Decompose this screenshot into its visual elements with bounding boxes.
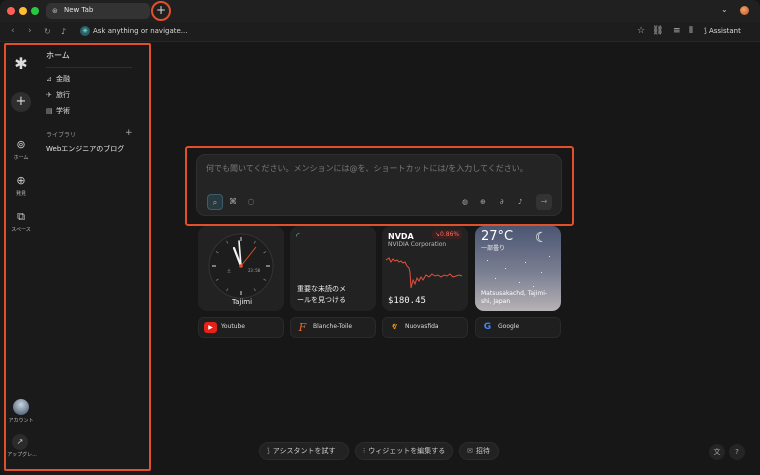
shortcut-google[interactable]: G Google	[475, 317, 561, 338]
shortcut-youtube[interactable]: ▶ Youtube	[198, 317, 284, 338]
bookmark-star-icon[interactable]: ☆	[637, 26, 645, 36]
weather-widget[interactable]: 27°C 一部曇り ☾ Matsusakachd, Tajimi- shi, J…	[475, 226, 561, 311]
weather-location-line2: shi, Japan	[481, 298, 511, 305]
stock-change-badge: ↘0.86%	[432, 230, 463, 239]
edit-widgets-button[interactable]: ⁝ ウィジェットを編集する	[355, 442, 453, 460]
menu-lines-icon[interactable]: ≡	[673, 26, 681, 36]
try-assistant-button[interactable]: ⟆ アシスタントを試す	[259, 442, 349, 460]
bottom-action-bar: ⟆ アシスタントを試す ⁝ ウィジェットを編集する ✉ 招待	[259, 442, 502, 460]
weather-temperature: 27°C	[481, 229, 514, 244]
youtube-icon: ▶	[204, 322, 217, 333]
grid-dots-icon: ⁝	[363, 447, 366, 455]
shortcut-label: Nuovasfida	[405, 323, 439, 330]
stock-sparkline	[385, 257, 463, 289]
link-icon[interactable]: ⛓	[652, 26, 663, 36]
shortcut-label: Youtube	[221, 323, 245, 330]
shortcut-blanche-toile[interactable]: F Blanche-Toile	[290, 317, 376, 338]
close-window-button[interactable]	[7, 7, 15, 15]
mail-widget[interactable]: ◜ 重要な未読のメ ールを見つける	[290, 226, 376, 311]
tab-bar: ⊛ New Tab + ⌄	[0, 0, 760, 22]
help-button[interactable]: ?	[729, 444, 745, 460]
google-icon: G	[483, 322, 492, 332]
shortcut-label: Google	[498, 323, 520, 330]
stock-price: $180.45	[388, 296, 426, 306]
partly-cloudy-night-icon: ☾	[535, 230, 548, 246]
perplexity-logo-icon: ✳	[80, 26, 90, 36]
weather-condition: 一部曇り	[481, 245, 506, 252]
search-highlight	[185, 146, 574, 226]
edit-widgets-label: ウィジェットを編集する	[368, 447, 446, 455]
back-icon[interactable]: ‹	[11, 26, 15, 36]
stock-ticker: NVDA	[388, 232, 414, 241]
flame-icon: ⱴ	[391, 322, 398, 332]
stock-company: NVIDIA Corporation	[388, 241, 447, 248]
shortcut-nuovasfida[interactable]: ⱴ Nuovasfida	[382, 317, 468, 338]
analog-clock: 土 23:50	[208, 233, 274, 299]
assistant-icon: ⟆	[267, 447, 270, 455]
browser-window: ⊛ New Tab + ⌄ ‹ › ↻ ♪ ✳ Ask anything or …	[0, 0, 760, 475]
tab-new-tab[interactable]: ⊛ New Tab	[46, 3, 150, 19]
minimize-window-button[interactable]	[19, 7, 27, 15]
mail-text-line2: ールを見つける	[297, 296, 346, 304]
invite-button[interactable]: ✉ 招待	[459, 442, 499, 460]
invite-label: 招待	[475, 447, 490, 455]
signal-icon: ◜	[296, 232, 300, 242]
clock-digital-time: 23:50	[248, 268, 261, 273]
weather-location: Matsusakachd, Tajimi- shi, Japan	[481, 290, 559, 306]
address-input[interactable]: Ask anything or navigate...	[93, 27, 187, 35]
assistant-button[interactable]: ⟆ Assistant	[704, 27, 741, 35]
invite-icon: ✉	[467, 447, 473, 455]
clock-city: Tajimi	[232, 298, 253, 306]
mail-text-line1: 重要な未読のメ	[297, 285, 346, 293]
try-assistant-label: アシスタントを試す	[272, 447, 336, 455]
voice-wave-icon[interactable]: ⦀	[689, 26, 693, 36]
new-tab-button[interactable]: +	[151, 1, 171, 21]
sidebar-highlight	[4, 43, 151, 471]
reload-icon[interactable]: ↻	[44, 27, 51, 36]
tab-title: New Tab	[64, 6, 94, 14]
forward-icon[interactable]: ›	[28, 26, 32, 36]
clock-day-label: 土	[227, 267, 231, 273]
perplexity-icon: ⊛	[52, 7, 58, 15]
translate-icon[interactable]: 文	[709, 444, 725, 460]
clock-widget[interactable]: 土 23:50 Tajimi	[198, 226, 284, 311]
maximize-window-button[interactable]	[31, 7, 39, 15]
letter-f-icon: F	[298, 321, 307, 334]
microphone-icon[interactable]: ♪	[61, 27, 66, 36]
assistant-label: Assistant	[708, 27, 741, 35]
chevron-down-icon[interactable]: ⌄	[721, 5, 728, 14]
weather-location-line1: Matsusakachd, Tajimi-	[481, 290, 548, 297]
shortcut-label: Blanche-Toile	[313, 323, 353, 330]
address-bar: ‹ › ↻ ♪ ✳ Ask anything or navigate... ☆ …	[0, 22, 760, 42]
stock-widget[interactable]: NVDA NVIDIA Corporation ↘0.86% $180.45	[382, 226, 468, 311]
profile-avatar[interactable]	[740, 6, 749, 15]
